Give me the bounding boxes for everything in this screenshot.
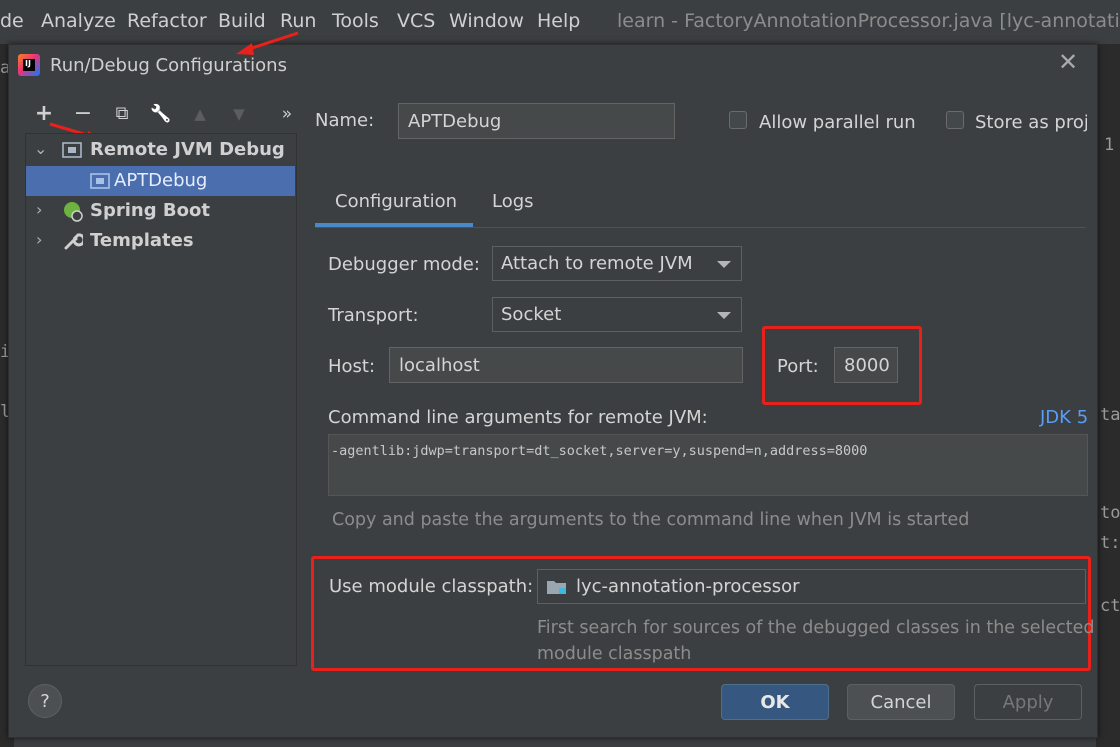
ok-button[interactable]: OK: [721, 684, 829, 720]
dropdown-arrow-icon: [717, 260, 731, 268]
intellij-logo-icon: IJ: [18, 54, 40, 76]
help-button[interactable]: ?: [28, 684, 62, 718]
tree-item-label: Remote JVM Debug: [90, 139, 285, 160]
chevron-right-icon[interactable]: ›: [36, 230, 42, 249]
ide-code-fragment: ta: [1100, 405, 1120, 425]
move-down-icon[interactable]: ▼: [228, 103, 250, 125]
tab-divider: [315, 227, 1086, 228]
host-input[interactable]: localhost: [389, 347, 743, 383]
menu-refactor[interactable]: Refactor: [127, 10, 207, 32]
tree-item-label: Spring Boot: [90, 200, 210, 221]
remote-debug-icon: [62, 142, 82, 158]
remote-debug-icon: [90, 173, 110, 189]
module-classpath-value: lyc-annotation-processor: [576, 576, 800, 597]
tree-item-label: Templates: [90, 230, 194, 251]
module-folder-icon: [547, 580, 566, 594]
menu-build[interactable]: Build: [218, 10, 266, 32]
spring-boot-icon: [64, 202, 83, 222]
tree-item-aptdebug[interactable]: APTDebug: [26, 166, 295, 196]
host-label: Host:: [328, 356, 376, 377]
module-classpath-label: Use module classpath:: [329, 576, 534, 597]
close-icon[interactable]: ✕: [1056, 50, 1080, 74]
store-as-project-file-checkbox[interactable]: [946, 111, 964, 129]
ide-code-fragment: to: [1100, 503, 1120, 523]
transport-value: Socket: [501, 304, 562, 325]
more-icon[interactable]: »: [276, 103, 298, 125]
port-label: Port:: [777, 356, 819, 377]
menu-analyze[interactable]: Analyze: [41, 10, 116, 32]
ide-code-fragment: t:: [1100, 533, 1120, 553]
copy-configuration-icon[interactable]: ⧉: [111, 103, 133, 125]
debugger-mode-label: Debugger mode:: [328, 254, 480, 275]
module-classpath-select[interactable]: lyc-annotation-processor: [537, 569, 1086, 604]
module-classpath-hint-line1: First search for sources of the debugged…: [537, 618, 1095, 638]
module-classpath-hint-line2: module classpath: [537, 644, 692, 664]
tree-item-remote-jvm-debug[interactable]: ⌄ Remote JVM Debug: [26, 135, 295, 165]
transport-select[interactable]: Socket: [492, 297, 742, 332]
port-input[interactable]: 8000: [834, 347, 898, 383]
ide-window-title: learn - FactoryAnnotationProcessor.java …: [617, 10, 1120, 32]
menu-window[interactable]: Window: [449, 10, 524, 32]
tab-configuration[interactable]: Configuration: [335, 191, 457, 212]
tab-logs[interactable]: Logs: [492, 191, 534, 212]
allow-parallel-run-checkbox[interactable]: [729, 111, 747, 129]
store-as-project-file-label: Store as proje: [975, 112, 1087, 133]
chevron-right-icon[interactable]: ›: [36, 200, 42, 219]
menu-tools[interactable]: Tools: [332, 10, 379, 32]
tree-item-templates[interactable]: › Templates: [26, 226, 295, 256]
cancel-button[interactable]: Cancel: [847, 684, 955, 720]
menu-vcs[interactable]: VCS: [397, 10, 435, 32]
debugger-mode-value: Attach to remote JVM: [501, 253, 693, 274]
command-line-textarea[interactable]: -agentlib:jdwp=transport=dt_socket,serve…: [328, 434, 1088, 496]
transport-label: Transport:: [328, 305, 419, 326]
jdk-version-link[interactable]: JDK 5: [1040, 407, 1088, 428]
remove-configuration-icon[interactable]: −: [72, 103, 94, 125]
debugger-mode-select[interactable]: Attach to remote JVM: [492, 246, 742, 281]
menu-code[interactable]: de: [0, 10, 24, 32]
ide-code-fragment: 1: [1104, 135, 1115, 155]
dropdown-arrow-icon: [717, 311, 731, 319]
menu-help[interactable]: Help: [537, 10, 580, 32]
tree-item-spring-boot[interactable]: › Spring Boot: [26, 196, 295, 226]
name-input[interactable]: APTDebug: [398, 103, 675, 139]
name-label: Name:: [315, 110, 375, 131]
wrench-icon: [64, 233, 83, 250]
wrench-icon[interactable]: 🔧: [150, 103, 172, 125]
tree-item-label: APTDebug: [114, 170, 208, 191]
menu-run[interactable]: Run: [280, 10, 316, 32]
command-line-value: -agentlib:jdwp=transport=dt_socket,serve…: [331, 443, 868, 459]
dialog-title: Run/Debug Configurations: [50, 55, 287, 76]
ide-code-fragment: ct: [1100, 596, 1120, 616]
command-line-label: Command line arguments for remote JVM:: [328, 407, 708, 428]
add-configuration-icon[interactable]: +: [33, 103, 55, 125]
apply-button[interactable]: Apply: [974, 684, 1082, 720]
command-line-hint: Copy and paste the arguments to the comm…: [332, 510, 970, 530]
chevron-down-icon[interactable]: ⌄: [34, 139, 47, 158]
allow-parallel-run-label: Allow parallel run: [759, 112, 916, 133]
move-up-icon[interactable]: ▲: [189, 103, 211, 125]
